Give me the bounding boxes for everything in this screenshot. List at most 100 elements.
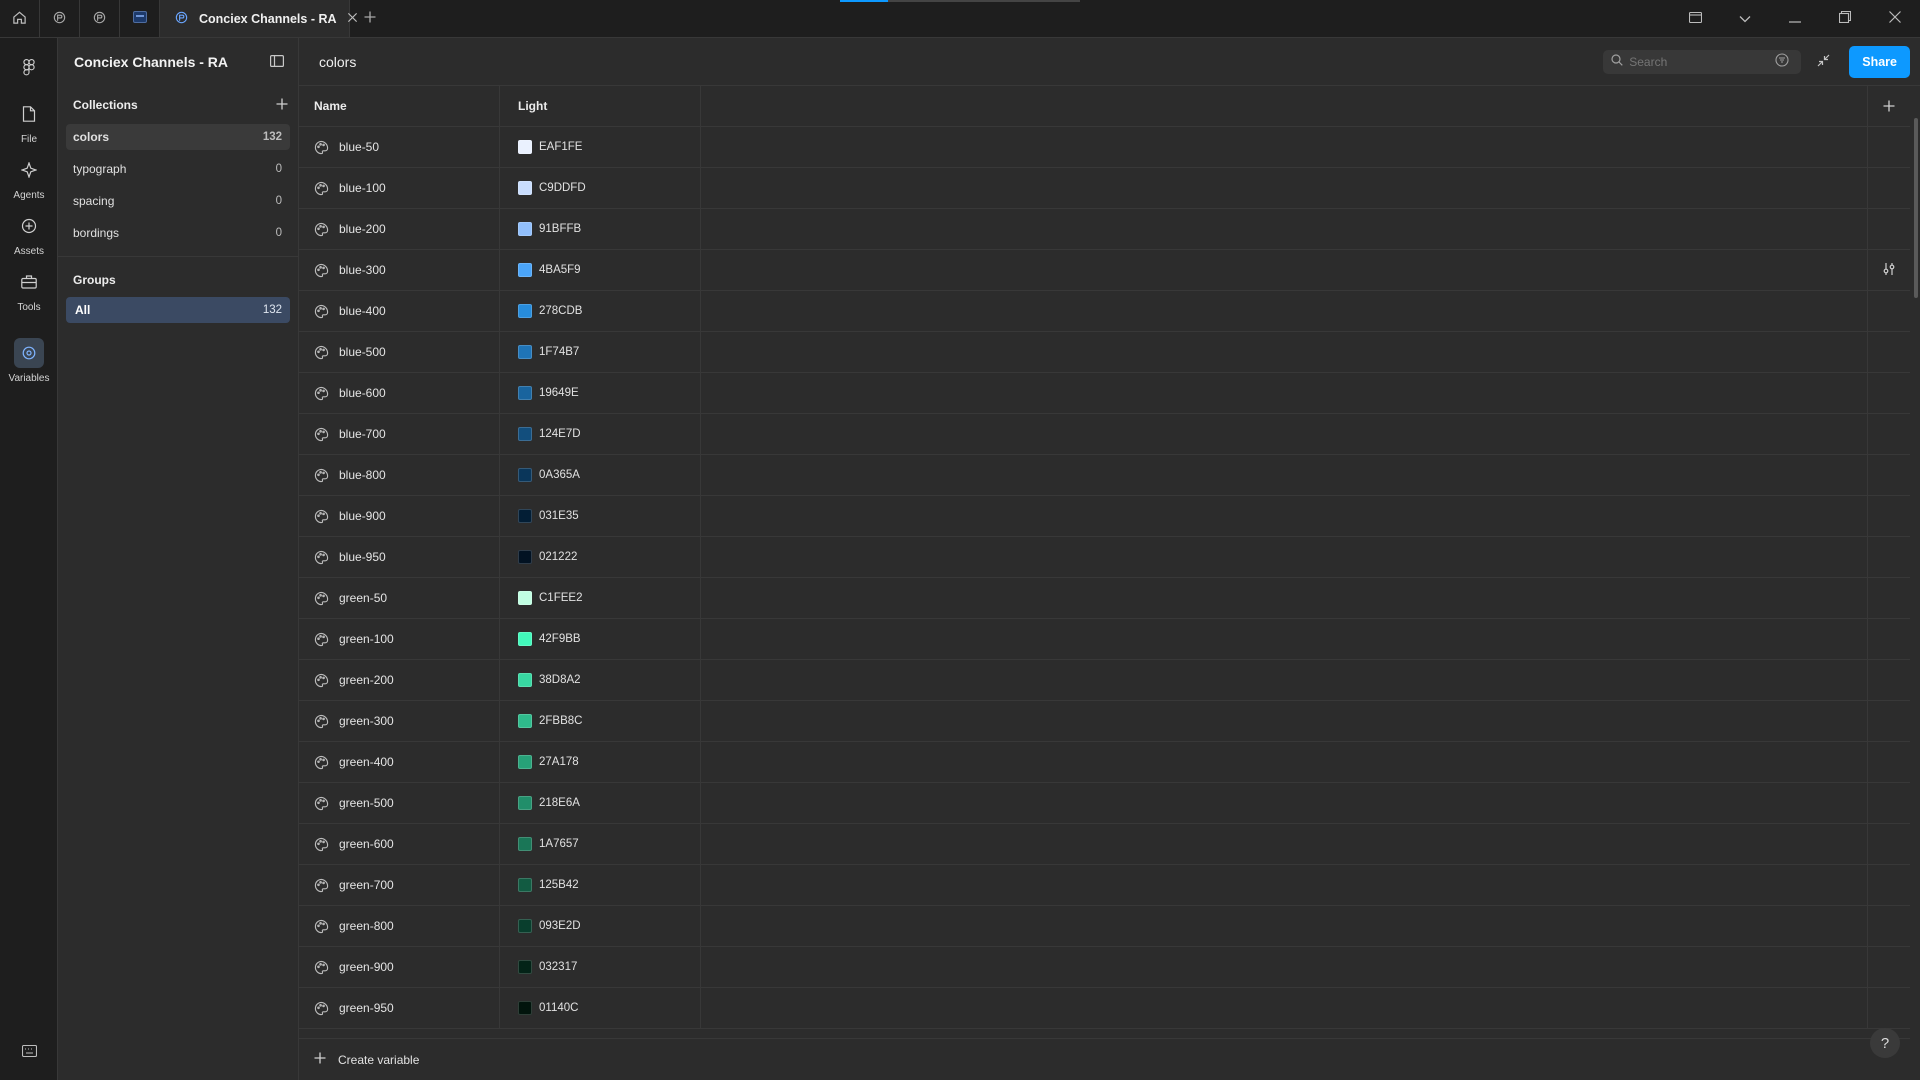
variable-name-cell[interactable]: blue-950: [299, 537, 500, 577]
variable-value-cell[interactable]: 032317: [500, 947, 701, 987]
color-swatch[interactable]: [518, 222, 532, 236]
variable-name-cell[interactable]: green-50: [299, 578, 500, 618]
table-row[interactable]: blue-50 EAF1FE: [299, 127, 1910, 168]
color-swatch[interactable]: [518, 468, 532, 482]
variable-value-cell[interactable]: 093E2D: [500, 906, 701, 946]
variable-value-cell[interactable]: 19649E: [500, 373, 701, 413]
color-swatch[interactable]: [518, 345, 532, 359]
variable-name-cell[interactable]: blue-500: [299, 332, 500, 372]
table-row[interactable]: green-950 01140C: [299, 988, 1910, 1029]
tab-overview-button[interactable]: [1670, 0, 1720, 37]
table-row[interactable]: green-50 C1FEE2: [299, 578, 1910, 619]
group-item-all[interactable]: All 132: [66, 297, 290, 323]
variable-value-cell[interactable]: 1A7657: [500, 824, 701, 864]
table-row[interactable]: green-800 093E2D: [299, 906, 1910, 947]
color-swatch[interactable]: [518, 673, 532, 687]
table-row[interactable]: blue-400 278CDB: [299, 291, 1910, 332]
home-button[interactable]: [0, 0, 40, 37]
color-swatch[interactable]: [518, 919, 532, 933]
color-swatch[interactable]: [518, 386, 532, 400]
rail-item-variables[interactable]: Variables: [0, 338, 58, 384]
table-row[interactable]: green-600 1A7657: [299, 824, 1910, 865]
search-box[interactable]: [1603, 49, 1802, 74]
variable-name-cell[interactable]: green-400: [299, 742, 500, 782]
variable-name-cell[interactable]: green-200: [299, 660, 500, 700]
variable-name-cell[interactable]: green-600: [299, 824, 500, 864]
variable-value-cell[interactable]: 1F74B7: [500, 332, 701, 372]
table-row[interactable]: green-500 218E6A: [299, 783, 1910, 824]
file-title[interactable]: Conciex Channels - RA: [74, 54, 270, 70]
restore-button[interactable]: [1820, 0, 1870, 37]
color-swatch[interactable]: [518, 878, 532, 892]
variable-name-cell[interactable]: blue-50: [299, 127, 500, 167]
collection-item-spacing[interactable]: spacing 0: [66, 188, 290, 214]
color-swatch[interactable]: [518, 304, 532, 318]
recent-file-tab-2[interactable]: [80, 0, 120, 37]
table-row[interactable]: green-400 27A178: [299, 742, 1910, 783]
variable-name-cell[interactable]: green-100: [299, 619, 500, 659]
variable-name-cell[interactable]: blue-400: [299, 291, 500, 331]
variable-value-cell[interactable]: 124E7D: [500, 414, 701, 454]
new-tab-button[interactable]: [350, 0, 390, 37]
color-swatch[interactable]: [518, 755, 532, 769]
table-row[interactable]: green-900 032317: [299, 947, 1910, 988]
toggle-sidebar-icon[interactable]: [270, 54, 285, 70]
color-swatch[interactable]: [518, 263, 532, 277]
table-row[interactable]: blue-900 031E35: [299, 496, 1910, 537]
variable-value-cell[interactable]: 4BA5F9: [500, 250, 701, 290]
variable-value-cell[interactable]: 91BFFB: [500, 209, 701, 249]
add-mode-button[interactable]: [1868, 86, 1910, 126]
tab-active-file[interactable]: Conciex Channels - RA: [160, 0, 357, 37]
variable-value-cell[interactable]: 38D8A2: [500, 660, 701, 700]
column-header-mode[interactable]: Light: [500, 86, 701, 126]
table-row[interactable]: blue-300 4BA5F9: [299, 250, 1910, 291]
variable-name-cell[interactable]: green-950: [299, 988, 500, 1028]
variable-value-cell[interactable]: 125B42: [500, 865, 701, 905]
table-row[interactable]: green-100 42F9BB: [299, 619, 1910, 660]
minimize-button[interactable]: [1770, 0, 1820, 37]
color-swatch[interactable]: [518, 632, 532, 646]
table-row[interactable]: blue-950 021222: [299, 537, 1910, 578]
recent-file-tab-3[interactable]: [120, 0, 160, 37]
share-button[interactable]: Share: [1849, 45, 1910, 78]
variable-name-cell[interactable]: green-800: [299, 906, 500, 946]
variable-value-cell[interactable]: 42F9BB: [500, 619, 701, 659]
variable-name-cell[interactable]: blue-800: [299, 455, 500, 495]
close-window-button[interactable]: [1870, 0, 1920, 37]
collection-item-bordings[interactable]: bordings 0: [66, 220, 290, 246]
filter-icon[interactable]: [1775, 53, 1789, 70]
table-row[interactable]: blue-100 C9DDFD: [299, 168, 1910, 209]
column-header-name[interactable]: Name: [299, 86, 500, 126]
color-swatch[interactable]: [518, 181, 532, 195]
variable-value-cell[interactable]: 01140C: [500, 988, 701, 1028]
variable-value-cell[interactable]: C1FEE2: [500, 578, 701, 618]
variable-value-cell[interactable]: 2FBB8C: [500, 701, 701, 741]
create-variable-button[interactable]: Create variable: [299, 1038, 1910, 1080]
color-swatch[interactable]: [518, 591, 532, 605]
variable-value-cell[interactable]: C9DDFD: [500, 168, 701, 208]
variable-name-cell[interactable]: blue-700: [299, 414, 500, 454]
color-swatch[interactable]: [518, 796, 532, 810]
variable-name-cell[interactable]: blue-100: [299, 168, 500, 208]
table-row[interactable]: blue-500 1F74B7: [299, 332, 1910, 373]
variable-name-cell[interactable]: green-300: [299, 701, 500, 741]
variable-name-cell[interactable]: blue-200: [299, 209, 500, 249]
variable-name-cell[interactable]: blue-300: [299, 250, 500, 290]
variable-value-cell[interactable]: 278CDB: [500, 291, 701, 331]
variable-name-cell[interactable]: green-900: [299, 947, 500, 987]
rail-item-agents[interactable]: Agents: [0, 155, 58, 201]
color-swatch[interactable]: [518, 550, 532, 564]
table-row[interactable]: green-700 125B42: [299, 865, 1910, 906]
variable-value-cell[interactable]: 0A365A: [500, 455, 701, 495]
figma-menu-button[interactable]: [0, 52, 58, 82]
vertical-scrollbar[interactable]: [1914, 118, 1918, 298]
variable-value-cell[interactable]: EAF1FE: [500, 127, 701, 167]
variable-name-cell[interactable]: green-700: [299, 865, 500, 905]
table-row[interactable]: blue-600 19649E: [299, 373, 1910, 414]
variable-name-cell[interactable]: blue-600: [299, 373, 500, 413]
tab-list-button[interactable]: [1720, 0, 1770, 37]
color-swatch[interactable]: [518, 1001, 532, 1015]
recent-file-tab-1[interactable]: [40, 0, 80, 37]
adjust-icon[interactable]: [1882, 262, 1896, 279]
color-swatch[interactable]: [518, 837, 532, 851]
